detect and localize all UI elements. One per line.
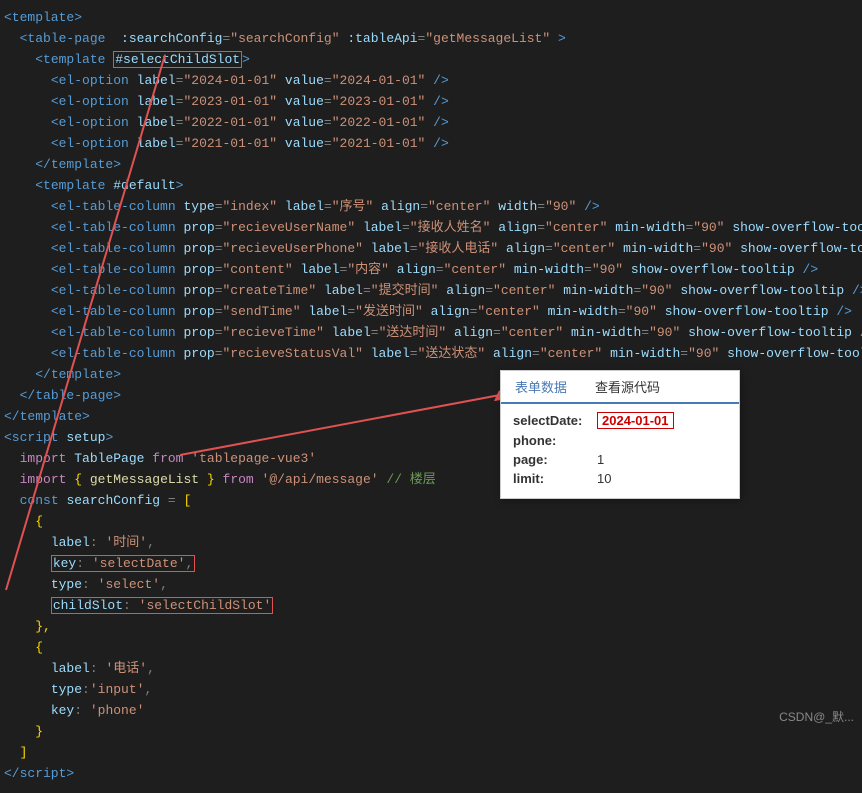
popup-key-phone: phone: — [513, 433, 593, 448]
code-line-column: <el-table-column prop="recieveUserPhone"… — [0, 239, 862, 260]
popup-content: selectDate: 2024-01-01 phone: page: 1 li… — [501, 404, 739, 498]
code-line-column: <el-table-column type="index" label="序号"… — [0, 197, 862, 218]
popup-panel: 表单数据 查看源代码 selectDate: 2024-01-01 phone:… — [500, 370, 740, 499]
code-line-prop: key: 'phone' — [0, 701, 862, 722]
code-line-prop: label: '电话', — [0, 659, 862, 680]
code-line-brace: { — [0, 512, 862, 533]
popup-row-limit: limit: 10 — [513, 471, 727, 486]
code-line-option: <el-option label="2024-01-01" value="202… — [0, 71, 862, 92]
code-line-option: <el-option label="2022-01-01" value="202… — [0, 113, 862, 134]
popup-val-selectdate: 2024-01-01 — [597, 412, 674, 429]
code-line-prop: label: '时间', — [0, 533, 862, 554]
popup-key-selectdate: selectDate: — [513, 413, 593, 428]
code-line-column: <el-table-column prop="content" label="内… — [0, 260, 862, 281]
code-line-option: <el-option label="2021-01-01" value="202… — [0, 134, 862, 155]
code-line-prop: type:'input', — [0, 680, 862, 701]
popup-val-page: 1 — [597, 452, 604, 467]
popup-row-phone: phone: — [513, 433, 727, 448]
popup-key-limit: limit: — [513, 471, 593, 486]
code-line-brace: { — [0, 638, 862, 659]
code-line-column: <el-table-column prop="recieveTime" labe… — [0, 323, 862, 344]
code-line: </template> — [0, 155, 862, 176]
code-line-column: <el-table-column prop="sendTime" label="… — [0, 302, 862, 323]
tab-source-code[interactable]: 查看源代码 — [581, 371, 674, 402]
code-line-column: <el-table-column prop="recieveStatusVal"… — [0, 344, 862, 365]
popup-val-limit: 10 — [597, 471, 611, 486]
code-line: <template> — [0, 8, 862, 29]
code-line-script-end: </script> — [0, 764, 862, 785]
code-line: <table-page :searchConfig="searchConfig"… — [0, 29, 862, 50]
popup-row-selectdate: selectDate: 2024-01-01 — [513, 412, 727, 429]
code-line-childslot: childSlot: 'selectChildSlot' — [0, 596, 862, 617]
code-line-bracket: ] — [0, 743, 862, 764]
popup-key-page: page: — [513, 452, 593, 467]
csdn-watermark: CSDN@_默... — [779, 708, 854, 725]
code-line-template-slot: <template #selectChildSlot> — [0, 50, 862, 71]
code-line-key-select: key: 'selectDate', — [0, 554, 862, 575]
tab-form-data[interactable]: 表单数据 — [501, 371, 581, 404]
code-line-option: <el-option label="2023-01-01" value="202… — [0, 92, 862, 113]
popup-row-page: page: 1 — [513, 452, 727, 467]
popup-tabs: 表单数据 查看源代码 — [501, 371, 739, 404]
code-line-prop: type: 'select', — [0, 575, 862, 596]
code-line-column: <el-table-column prop="recieveUserName" … — [0, 218, 862, 239]
code-line-brace: }, — [0, 617, 862, 638]
code-line: <template #default> — [0, 176, 862, 197]
code-line-column: <el-table-column prop="createTime" label… — [0, 281, 862, 302]
